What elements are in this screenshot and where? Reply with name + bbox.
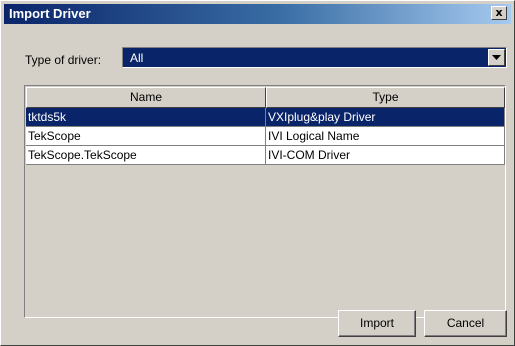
table-row[interactable]: TekScope.TekScope IVI-COM Driver bbox=[26, 146, 505, 165]
driver-type-dropdown[interactable]: All bbox=[122, 47, 507, 68]
column-header-name[interactable]: Name bbox=[26, 87, 266, 108]
driver-type-selected-value: All bbox=[130, 51, 144, 65]
title-bar[interactable]: Import Driver x bbox=[4, 4, 511, 24]
cell-type: VXIplug&play Driver bbox=[266, 108, 505, 127]
table-header: Name Type bbox=[26, 87, 505, 108]
cell-name: tktds5k bbox=[26, 108, 266, 127]
table-row[interactable]: tktds5k VXIplug&play Driver bbox=[26, 108, 505, 127]
column-header-type[interactable]: Type bbox=[266, 87, 505, 108]
dropdown-arrow-button[interactable] bbox=[488, 49, 505, 66]
cell-name: TekScope.TekScope bbox=[26, 146, 266, 165]
type-of-driver-label: Type of driver: bbox=[25, 53, 102, 67]
driver-table: Name Type tktds5k VXIplug&play Driver Te… bbox=[24, 85, 506, 318]
cell-name: TekScope bbox=[26, 127, 266, 146]
import-button[interactable]: Import bbox=[338, 310, 416, 337]
close-icon: x bbox=[495, 6, 503, 19]
cell-type: IVI-COM Driver bbox=[266, 146, 505, 165]
close-button[interactable]: x bbox=[491, 6, 507, 20]
chevron-down-icon bbox=[492, 55, 501, 60]
table-row[interactable]: TekScope IVI Logical Name bbox=[26, 127, 505, 146]
cell-type: IVI Logical Name bbox=[266, 127, 505, 146]
import-driver-dialog: Import Driver x Type of driver: All Name… bbox=[0, 0, 515, 346]
cancel-button[interactable]: Cancel bbox=[424, 310, 507, 337]
window-title: Import Driver bbox=[9, 6, 91, 21]
